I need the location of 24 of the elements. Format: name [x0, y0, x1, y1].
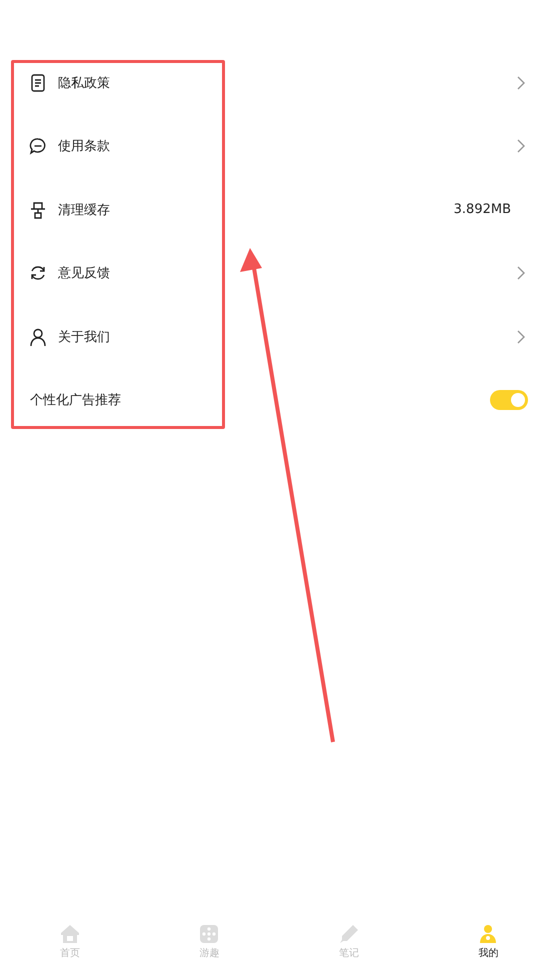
- setting-label: 清理缓存: [58, 202, 110, 219]
- chat-bubble-icon: [28, 136, 48, 156]
- settings-row[interactable]: 隐私政策: [0, 51, 558, 114]
- settings-row[interactable]: 使用条款: [0, 114, 558, 178]
- chevron-icon: [516, 139, 526, 154]
- house-icon: [58, 922, 81, 944]
- settings-row[interactable]: 关于我们: [0, 305, 558, 368]
- chevron-icon: [516, 266, 526, 280]
- toggle-switch[interactable]: [490, 390, 528, 410]
- settings-row[interactable]: 意见反馈: [0, 242, 558, 305]
- setting-label: 意见反馈: [58, 265, 110, 282]
- pencil-icon: [338, 922, 360, 944]
- settings-row[interactable]: 个性化广告推荐: [0, 368, 558, 432]
- chevron-icon: [516, 330, 526, 344]
- settings-row[interactable]: 清理缓存 3.892MB: [0, 178, 558, 242]
- person-icon: [28, 326, 48, 347]
- chevron-icon: [516, 76, 526, 90]
- tab-item[interactable]: 我的: [418, 917, 558, 965]
- setting-label: 使用条款: [58, 138, 110, 156]
- cache-size: 3.892MB: [454, 202, 511, 218]
- setting-label: 个性化广告推荐: [30, 392, 121, 410]
- setting-label: 隐私政策: [58, 74, 110, 92]
- setting-label: 关于我们: [58, 328, 110, 346]
- dice-icon: [198, 922, 220, 944]
